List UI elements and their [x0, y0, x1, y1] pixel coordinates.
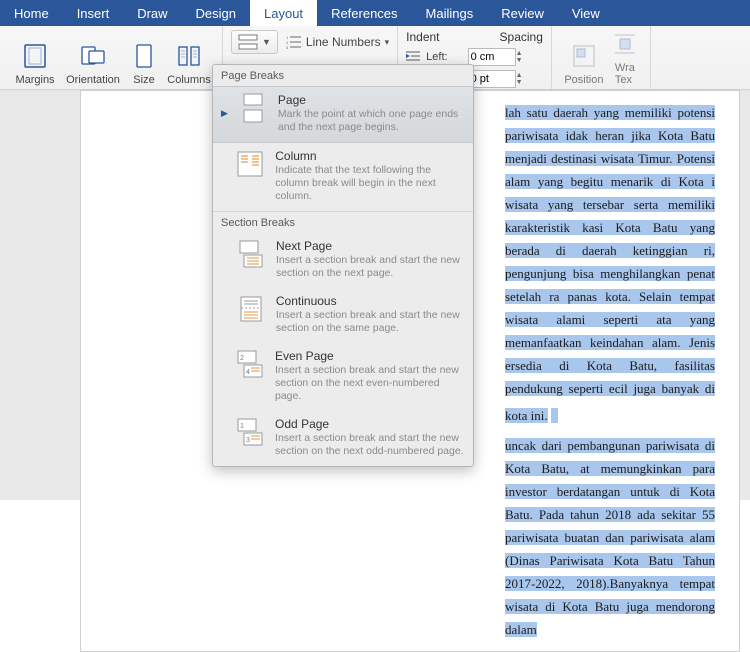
tab-design[interactable]: Design: [182, 0, 250, 26]
section-breaks-header: Section Breaks: [213, 211, 473, 233]
text-gap: [558, 400, 678, 434]
wrap-text-label: Wra Tex: [615, 62, 635, 86]
tab-view[interactable]: View: [558, 0, 614, 26]
wrap-text-button[interactable]: Wra Tex: [608, 30, 642, 86]
indent-left-input[interactable]: [468, 48, 516, 66]
break-even-page[interactable]: 24 Even Page Insert a section break and …: [213, 343, 473, 411]
svg-text:4: 4: [246, 369, 250, 376]
break-continuous[interactable]: Continuous Insert a section break and st…: [213, 288, 473, 343]
orientation-icon: [79, 42, 107, 70]
breaks-icon: [238, 34, 258, 50]
indent-left-spinner[interactable]: ▲▼: [516, 50, 523, 64]
selected-text-p1: lah satu daerah yang memiliki potensi pa…: [505, 105, 715, 423]
ribbon-tabs: Home Insert Draw Design Layout Reference…: [0, 0, 750, 26]
position-label: Position: [564, 74, 603, 86]
tab-references[interactable]: References: [317, 0, 411, 26]
break-page[interactable]: ▶ Page Mark the point at which one page …: [213, 86, 473, 143]
position-icon: [570, 42, 598, 70]
continuous-break-icon: [236, 294, 266, 324]
tab-layout[interactable]: Layout: [250, 0, 317, 26]
item-desc: Mark the point at which one page ends an…: [278, 108, 465, 134]
columns-label: Columns: [167, 74, 210, 86]
break-column[interactable]: Column Indicate that the text following …: [213, 143, 473, 211]
svg-text:1: 1: [240, 423, 244, 430]
margins-button[interactable]: Margins: [8, 30, 62, 86]
tab-mailings[interactable]: Mailings: [412, 0, 488, 26]
orientation-label: Orientation: [66, 74, 120, 86]
position-button[interactable]: Position: [560, 30, 608, 86]
size-icon: [130, 42, 158, 70]
left-label: Left:: [426, 51, 461, 63]
item-desc: Insert a section break and start the new…: [276, 254, 465, 280]
column-break-icon: [235, 149, 265, 179]
item-title: Continuous: [276, 294, 465, 308]
next-page-break-icon: [236, 239, 266, 269]
tab-draw[interactable]: Draw: [123, 0, 181, 26]
size-button[interactable]: Size: [124, 30, 164, 86]
item-desc: Insert a section break and start the new…: [276, 309, 465, 335]
page-breaks-header: Page Breaks: [213, 65, 473, 86]
item-title: Page: [278, 93, 465, 107]
even-page-break-icon: 24: [235, 349, 265, 379]
indent-left-icon: [406, 50, 420, 65]
line-numbers-label: Line Numbers: [306, 35, 381, 49]
tab-review[interactable]: Review: [487, 0, 558, 26]
columns-icon: [175, 42, 203, 70]
breaks-button[interactable]: ▼: [231, 30, 278, 54]
wrap-text-icon: [611, 30, 639, 58]
spacing-before-input[interactable]: [468, 70, 516, 88]
orientation-button[interactable]: Orientation: [62, 30, 124, 86]
tab-insert[interactable]: Insert: [63, 0, 124, 26]
selected-text-p2: uncak dari pembangunan pariwisata di Kot…: [505, 438, 715, 637]
columns-button[interactable]: Columns: [164, 30, 214, 86]
svg-text:3: 3: [286, 45, 289, 49]
line-numbers-button[interactable]: 123 Line Numbers ▾: [286, 35, 389, 49]
selected-indicator-icon: ▶: [221, 108, 228, 119]
spacing-before-spinner[interactable]: ▲▼: [516, 72, 523, 86]
item-desc: Indicate that the text following the col…: [275, 164, 465, 203]
odd-page-break-icon: 13: [235, 417, 265, 447]
item-title: Next Page: [276, 239, 465, 253]
chevron-down-icon: ▾: [385, 37, 390, 48]
break-odd-page[interactable]: 13 Odd Page Insert a section break and s…: [213, 411, 473, 466]
chevron-down-icon: ▼: [262, 37, 271, 47]
item-title: Column: [275, 149, 465, 163]
tab-home[interactable]: Home: [0, 0, 63, 26]
margins-label: Margins: [15, 74, 54, 86]
line-numbers-icon: 123: [286, 35, 302, 49]
size-label: Size: [133, 74, 154, 86]
page-break-icon: [238, 93, 268, 123]
indent-heading: Indent: [406, 30, 439, 44]
svg-text:2: 2: [240, 355, 244, 362]
item-desc: Insert a section break and start the new…: [275, 432, 465, 458]
svg-text:3: 3: [246, 437, 250, 444]
item-desc: Insert a section break and start the new…: [275, 364, 465, 403]
item-title: Even Page: [275, 349, 465, 363]
breaks-dropdown: Page Breaks ▶ Page Mark the point at whi…: [212, 64, 474, 467]
margins-icon: [21, 42, 49, 70]
item-title: Odd Page: [275, 417, 465, 431]
break-next-page[interactable]: Next Page Insert a section break and sta…: [213, 233, 473, 288]
spacing-heading: Spacing: [500, 30, 543, 44]
